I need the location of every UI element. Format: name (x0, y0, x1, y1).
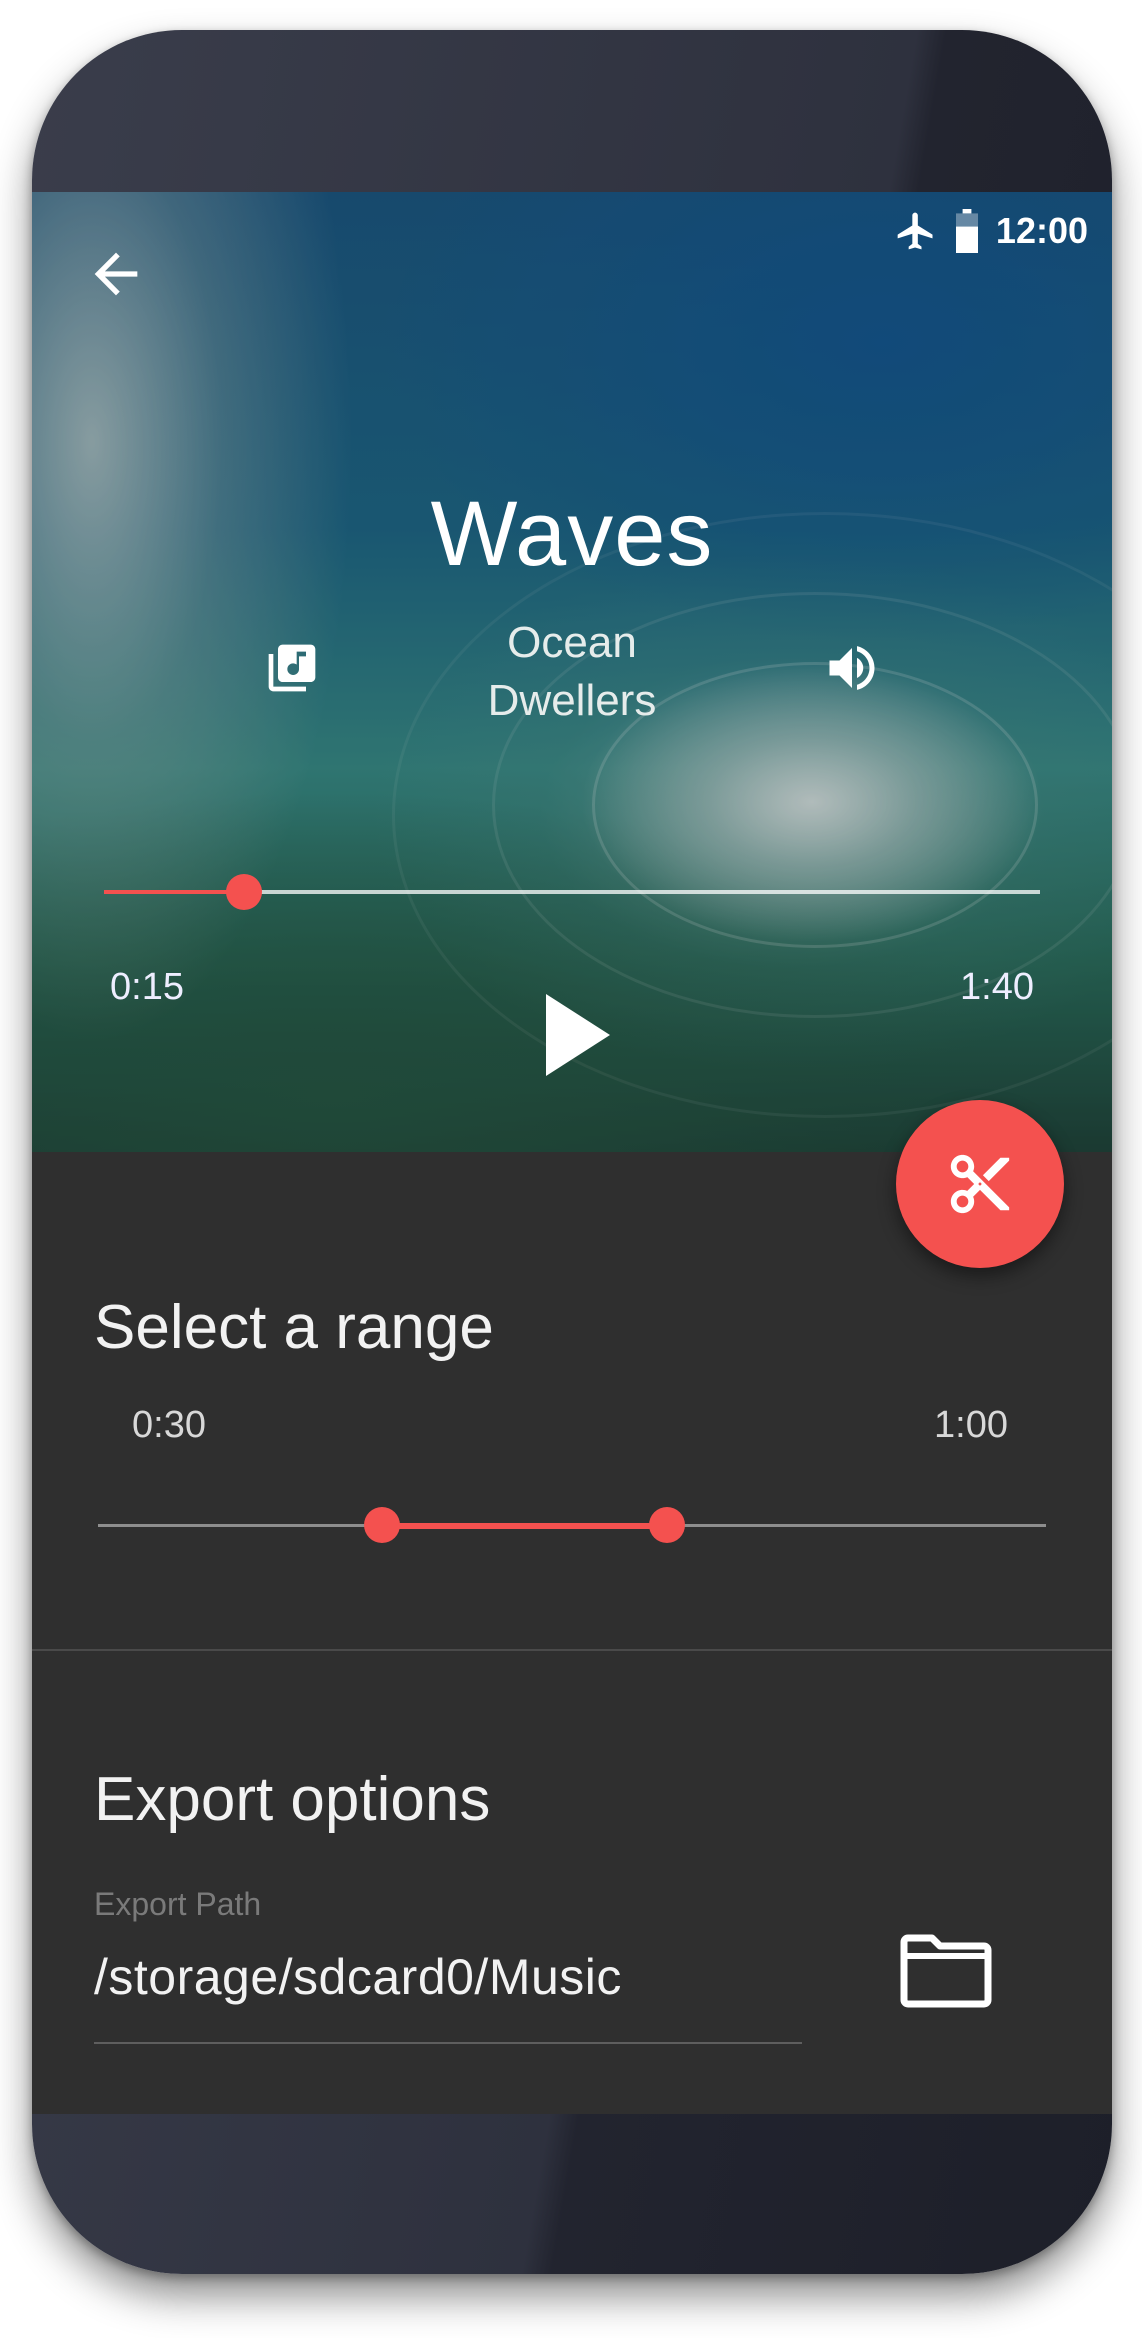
scissors-icon (950, 1154, 1010, 1214)
range-end-thumb[interactable] (648, 1507, 685, 1543)
elapsed-time: 0:15 (110, 966, 184, 1008)
status-time: 12:00 (995, 210, 1088, 251)
track-artist: Ocean Dwellers (487, 618, 657, 725)
playback-seekbar[interactable] (104, 874, 1040, 910)
total-duration: 1:40 (960, 966, 1034, 1008)
airplane-icon (897, 212, 933, 250)
album-art-header: 12:00 Waves Ocean Dwellers 0:15 1:40 (32, 192, 1112, 1152)
export-path-field[interactable]: /storage/sdcard0/Music (94, 1948, 622, 2006)
volume-icon[interactable] (822, 638, 882, 698)
range-start-label: 0:30 (132, 1404, 206, 1446)
music-library-icon[interactable] (264, 640, 320, 696)
battery-icon (955, 209, 978, 253)
range-slider[interactable] (98, 1507, 1046, 1543)
app-screen: 12:00 Waves Ocean Dwellers 0:15 1:40 Sel… (32, 192, 1112, 2114)
status-bar: 12:00 (894, 209, 1088, 253)
cut-button[interactable] (896, 1100, 1064, 1268)
seekbar-progress (104, 890, 245, 894)
export-section-title: Export options (94, 1765, 491, 1834)
section-divider (32, 1649, 1112, 1651)
range-section-title: Select a range (94, 1293, 494, 1362)
folder-icon[interactable] (898, 1934, 994, 2010)
range-selection (382, 1523, 667, 1529)
range-start-thumb[interactable] (364, 1507, 401, 1543)
range-end-label: 1:00 (934, 1404, 1008, 1446)
phone-frame: 12:00 Waves Ocean Dwellers 0:15 1:40 Sel… (32, 30, 1112, 2274)
export-path-label: Export Path (94, 1886, 262, 1922)
export-path-underline (94, 2042, 802, 2044)
arrow-back-icon[interactable] (84, 242, 148, 306)
track-title: Waves (430, 483, 714, 585)
play-icon[interactable] (542, 992, 612, 1078)
